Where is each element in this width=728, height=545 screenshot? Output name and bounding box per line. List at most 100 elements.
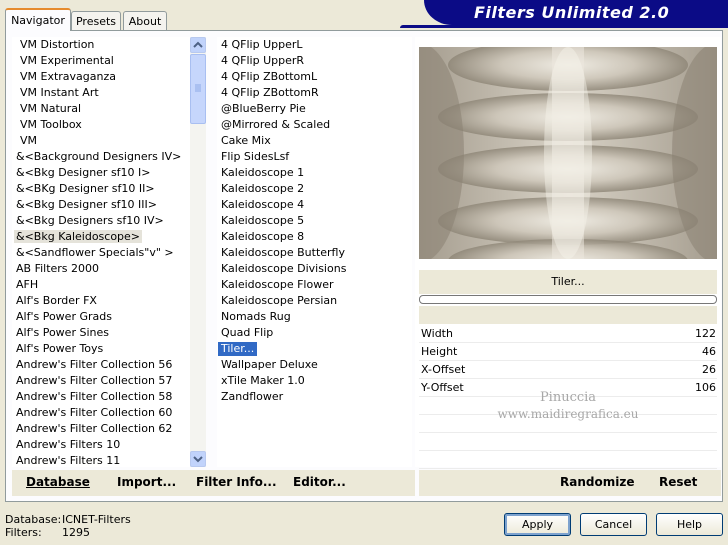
category-item[interactable]: AFH: [12, 277, 190, 293]
app-title-banner: Filters Unlimited 2.0: [424, 0, 728, 25]
param-label: X-Offset: [421, 363, 466, 376]
param-divider: [419, 360, 717, 361]
help-button[interactable]: Help: [656, 513, 723, 536]
filter-item[interactable]: Kaleidoscope Persian: [217, 293, 412, 309]
category-item[interactable]: &<Sandflower Specials"v" >: [12, 245, 190, 261]
category-item[interactable]: &<Bkg Designer sf10 I>: [12, 165, 190, 181]
category-item[interactable]: &<Bkg Designers sf10 IV>: [12, 213, 190, 229]
apply-button[interactable]: Apply: [504, 513, 571, 536]
editor-button[interactable]: Editor...: [293, 475, 346, 489]
category-item[interactable]: Andrew's Filters 11: [12, 453, 190, 467]
category-item[interactable]: VM Extravaganza: [12, 69, 190, 85]
category-item[interactable]: VM: [12, 133, 190, 149]
filter-item[interactable]: Tiler...: [217, 341, 412, 357]
filter-item-label: Kaleidoscope 8: [221, 230, 305, 243]
filter-item-label: @Mirrored & Scaled: [221, 118, 331, 131]
reset-button[interactable]: Reset: [659, 475, 697, 489]
filter-item[interactable]: Zandflower: [217, 389, 412, 405]
filter-item[interactable]: 4 QFlip UpperR: [217, 53, 412, 69]
filter-item-label: 4 QFlip UpperL: [221, 38, 303, 51]
category-item[interactable]: &<BKg Designer sf10 II>: [12, 181, 190, 197]
scroll-down-button[interactable]: [190, 451, 206, 467]
category-item[interactable]: Andrew's Filters 10: [12, 437, 190, 453]
randomize-button[interactable]: Randomize: [560, 475, 634, 489]
param-divider: [419, 450, 717, 451]
database-button[interactable]: Database: [26, 475, 90, 489]
filter-item[interactable]: @BlueBerry Pie: [217, 101, 412, 117]
category-list[interactable]: VM Distortion VM Experimental VM Extravaga…: [12, 37, 190, 467]
tab-navigator[interactable]: Navigator: [5, 8, 71, 31]
filter-item[interactable]: Kaleidoscope Butterfly: [217, 245, 412, 261]
category-item[interactable]: Andrew's Filter Collection 58: [12, 389, 190, 405]
param-divider: [419, 468, 717, 469]
app-title: Filters Unlimited 2.0: [474, 3, 670, 22]
status-database-value: ICNET-Filters: [62, 513, 131, 526]
watermark: Pinuccia www.maidiregrafica.eu: [419, 390, 717, 422]
scroll-up-button[interactable]: [190, 37, 206, 53]
category-item-label: Alf's Power Sines: [16, 326, 109, 339]
category-item-label: &<BKg Designer sf10 II>: [16, 182, 155, 195]
preview-image: [419, 47, 717, 259]
tab-presets[interactable]: Presets: [71, 11, 121, 30]
tab-about[interactable]: About: [123, 11, 167, 30]
category-item[interactable]: Alf's Border FX: [12, 293, 190, 309]
category-item[interactable]: Andrew's Filter Collection 56: [12, 357, 190, 373]
filter-item[interactable]: 4 QFlip ZBottomL: [217, 69, 412, 85]
category-item[interactable]: Alf's Power Toys: [12, 341, 190, 357]
filter-item-label: Kaleidoscope Butterfly: [221, 246, 345, 259]
scroll-thumb[interactable]: [190, 54, 206, 124]
cancel-button[interactable]: Cancel: [580, 513, 647, 536]
filter-item[interactable]: Kaleidoscope 5: [217, 213, 412, 229]
category-item[interactable]: Alf's Power Sines: [12, 325, 190, 341]
filter-item-label: Nomads Rug: [221, 310, 291, 323]
category-item-label: &<Bkg Designers sf10 IV>: [16, 214, 164, 227]
import-button[interactable]: Import...: [117, 475, 176, 489]
category-item[interactable]: VM Toolbox: [12, 117, 190, 133]
filter-item-label: Kaleidoscope 1: [221, 166, 305, 179]
category-item[interactable]: &<Bkg Kaleidoscope>: [12, 229, 190, 245]
category-item-label: Andrew's Filter Collection 58: [16, 390, 173, 403]
filter-item[interactable]: Quad Flip: [217, 325, 412, 341]
editor-label: Editor...: [293, 475, 346, 489]
filter-item[interactable]: Nomads Rug: [217, 309, 412, 325]
filter-item[interactable]: Kaleidoscope Divisions: [217, 261, 412, 277]
randomize-label: Randomize: [560, 475, 635, 489]
category-item[interactable]: Alf's Power Grads: [12, 309, 190, 325]
filter-item[interactable]: Kaleidoscope 4: [217, 197, 412, 213]
filter-list[interactable]: 4 QFlip UpperL 4 QFlip UpperR 4 QFlip ZBot…: [217, 37, 412, 467]
param-value: 122: [695, 327, 716, 340]
filter-item[interactable]: Flip SidesLsf: [217, 149, 412, 165]
category-item-label: Andrew's Filter Collection 60: [16, 406, 173, 419]
cancel-label: Cancel: [594, 518, 633, 531]
filter-item[interactable]: Kaleidoscope 1: [217, 165, 412, 181]
category-item-label: Andrew's Filter Collection 56: [16, 358, 173, 371]
category-item[interactable]: &<Bkg Designer sf10 III>: [12, 197, 190, 213]
filter-item[interactable]: Kaleidoscope 8: [217, 229, 412, 245]
param-row[interactable]: Width 122: [419, 325, 717, 343]
filter-item[interactable]: Wallpaper Deluxe: [217, 357, 412, 373]
param-row[interactable]: Height 46: [419, 343, 717, 361]
category-item[interactable]: Andrew's Filter Collection 62: [12, 421, 190, 437]
filter-info-button[interactable]: Filter Info...: [196, 475, 277, 489]
category-scrollbar[interactable]: [190, 37, 206, 467]
param-row[interactable]: X-Offset 26: [419, 361, 717, 379]
category-item[interactable]: &<Background Designers IV>: [12, 149, 190, 165]
filter-item[interactable]: Kaleidoscope 2: [217, 181, 412, 197]
category-item[interactable]: Andrew's Filter Collection 57: [12, 373, 190, 389]
category-item[interactable]: Andrew's Filter Collection 60: [12, 405, 190, 421]
filter-item[interactable]: 4 QFlip UpperL: [217, 37, 412, 53]
category-item[interactable]: VM Experimental: [12, 53, 190, 69]
filter-item[interactable]: Cake Mix: [217, 133, 412, 149]
category-item-label: VM Distortion: [20, 38, 95, 51]
filter-item[interactable]: Kaleidoscope Flower: [217, 277, 412, 293]
filter-item[interactable]: xTile Maker 1.0: [217, 373, 412, 389]
filter-item-label: Kaleidoscope Flower: [221, 278, 334, 291]
filter-item[interactable]: 4 QFlip ZBottomR: [217, 85, 412, 101]
param-header: [419, 306, 717, 324]
category-item[interactable]: VM Natural: [12, 101, 190, 117]
category-item[interactable]: AB Filters 2000: [12, 261, 190, 277]
filter-item-label: Tiler...: [218, 342, 258, 356]
filter-item[interactable]: @Mirrored & Scaled: [217, 117, 412, 133]
category-item[interactable]: VM Instant Art: [12, 85, 190, 101]
category-item[interactable]: VM Distortion: [12, 37, 190, 53]
